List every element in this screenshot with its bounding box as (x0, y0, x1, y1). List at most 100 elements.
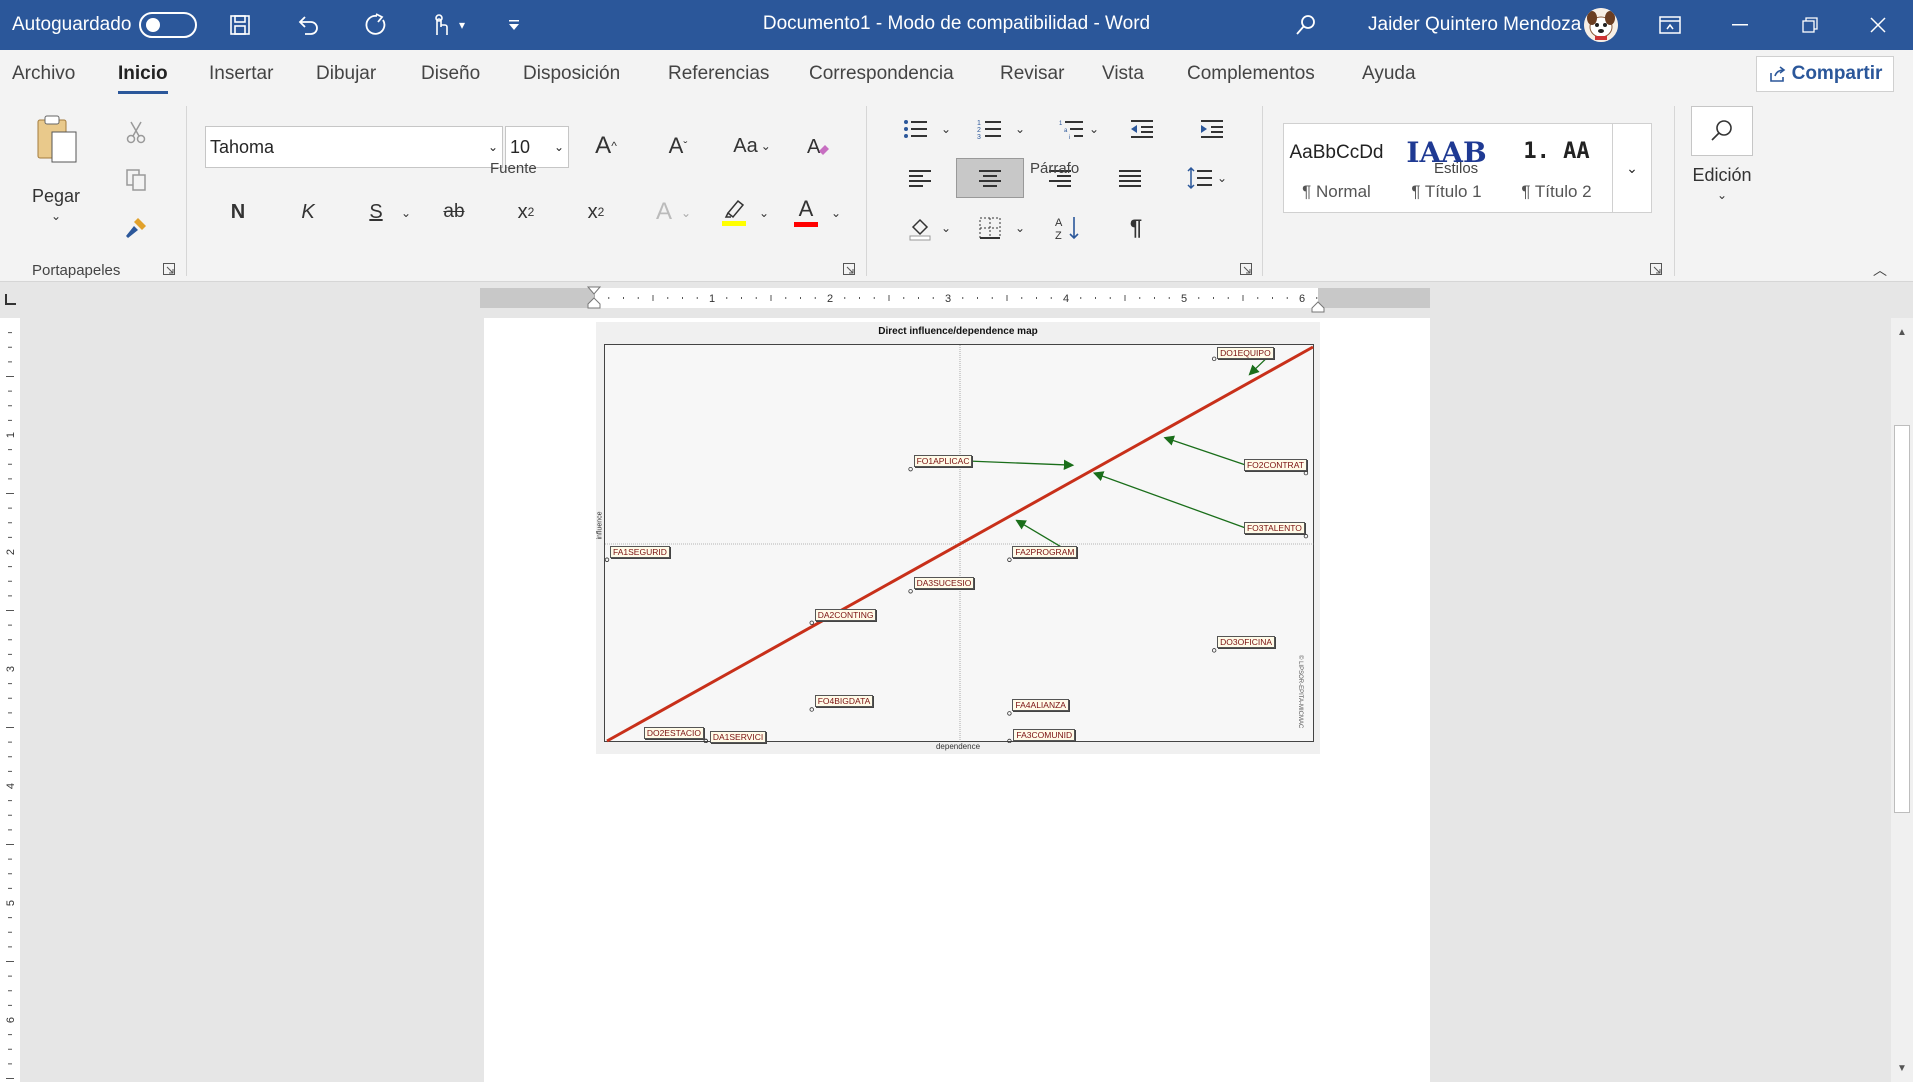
search-icon[interactable] (1290, 10, 1322, 40)
underline-dropdown-icon[interactable]: ⌄ (396, 198, 416, 228)
undo-icon[interactable] (292, 10, 324, 40)
highlight-icon[interactable] (716, 194, 752, 230)
bullets-dropdown-icon[interactable]: ⌄ (936, 116, 956, 142)
justify-icon[interactable] (1112, 160, 1148, 196)
clear-formatting-icon[interactable]: A (800, 128, 836, 164)
style-normal[interactable]: AaBbCcDd ¶ Normal (1284, 124, 1389, 212)
customize-toolbar-icon[interactable] (500, 10, 528, 40)
paragraph-launcher-icon[interactable] (1240, 262, 1252, 275)
vertical-scrollbar[interactable]: ▲ ▼ (1891, 318, 1913, 1082)
tab-selector-icon[interactable] (2, 292, 18, 308)
change-case-button[interactable]: Aa ⌄ (728, 128, 776, 164)
font-color-button[interactable]: A (788, 194, 824, 230)
editing-label[interactable]: Edición (1680, 162, 1764, 188)
shrink-font-button[interactable]: Aˇ (660, 128, 696, 164)
font-launcher-icon[interactable] (843, 262, 855, 275)
horizontal-ruler[interactable]: 1234567 (480, 288, 1430, 308)
sort-icon[interactable]: AZ (1050, 210, 1086, 246)
font-size-value: 10 (510, 136, 531, 157)
ribbon-display-icon[interactable] (1640, 0, 1700, 50)
text-effects-dropdown-icon[interactable]: ⌄ (678, 198, 694, 228)
highlight-dropdown-icon[interactable]: ⌄ (754, 198, 774, 228)
share-icon (1769, 66, 1785, 82)
share-button[interactable]: Compartir (1756, 56, 1894, 92)
tab-correspondencia[interactable]: Correspondencia (809, 50, 954, 100)
scroll-up-icon[interactable]: ▲ (1891, 322, 1913, 342)
tab-dibujar[interactable]: Dibujar (316, 50, 376, 100)
subscript-icon[interactable]: x2 (508, 194, 544, 230)
tab-vista[interactable]: Vista (1102, 50, 1144, 100)
indent-marker-icon[interactable] (586, 286, 602, 314)
editing-dropdown-icon[interactable]: ⌄ (1710, 186, 1734, 204)
show-marks-button[interactable]: ¶ (1118, 210, 1154, 246)
minimize-icon[interactable] (1710, 0, 1770, 50)
variable-label: FA4ALIANZA (1012, 699, 1069, 712)
paste-icon[interactable] (30, 112, 82, 168)
paste-label[interactable]: Pegar (18, 184, 94, 208)
superscript-icon[interactable]: x2 (578, 194, 614, 230)
scroll-down-icon[interactable]: ▼ (1891, 1058, 1913, 1078)
shift-arrow (970, 459, 1075, 471)
save-icon[interactable] (224, 10, 256, 40)
tab-complementos[interactable]: Complementos (1187, 50, 1315, 100)
tab-revisar[interactable]: Revisar (1000, 50, 1064, 100)
restore-icon[interactable] (1780, 0, 1840, 50)
svg-text:3: 3 (977, 134, 981, 140)
clipboard-launcher-icon[interactable] (163, 262, 175, 275)
collapse-ribbon-icon[interactable]: ︿ (1870, 262, 1890, 278)
style-heading-2[interactable]: 1. AA ¶ Título 2 (1504, 124, 1609, 212)
numbering-icon[interactable]: 123 (972, 112, 1008, 146)
borders-dropdown-icon[interactable]: ⌄ (1010, 214, 1030, 242)
chart-image[interactable]: Direct influence/dependence map DO1EQUIP… (596, 322, 1320, 754)
copy-icon[interactable] (122, 166, 150, 194)
tab-insertar[interactable]: Insertar (209, 50, 273, 100)
borders-icon[interactable] (972, 210, 1008, 246)
share-label: Compartir (1791, 63, 1883, 84)
numbering-dropdown-icon[interactable]: ⌄ (1010, 116, 1030, 142)
avatar[interactable] (1584, 8, 1618, 42)
change-case-label: Aa (733, 134, 758, 157)
font-color-dropdown-icon[interactable]: ⌄ (826, 198, 846, 228)
cut-icon[interactable] (122, 118, 150, 146)
grow-font-button[interactable]: A ^ (588, 128, 624, 164)
italic-button[interactable]: K (292, 194, 324, 230)
bold-button[interactable]: N (222, 194, 254, 230)
line-spacing-dropdown-icon[interactable]: ⌄ (1212, 164, 1232, 192)
vertical-ruler[interactable]: 1 2 3 4 5 6 (0, 318, 20, 1082)
styles-group-label: Estilos (1434, 160, 1479, 177)
format-painter-icon[interactable] (122, 214, 150, 242)
tab-diseno[interactable]: Diseño (421, 50, 480, 100)
multilevel-dropdown-icon[interactable]: ⌄ (1084, 116, 1104, 142)
redo-icon[interactable] (360, 10, 392, 40)
editing-search-icon[interactable] (1691, 106, 1753, 156)
ribbon-tabs: Archivo Inicio Insertar Dibujar Diseño D… (0, 50, 1913, 100)
scrollbar-thumb[interactable] (1894, 425, 1910, 813)
touch-mode-dropdown-icon[interactable]: ▾ (452, 10, 472, 40)
align-left-icon[interactable] (902, 160, 938, 196)
tab-disposicion[interactable]: Disposición (523, 50, 620, 100)
tab-referencias[interactable]: Referencias (668, 50, 769, 100)
strikethrough-button[interactable]: ab (436, 194, 472, 230)
decrease-indent-icon[interactable] (1124, 112, 1160, 146)
shading-dropdown-icon[interactable]: ⌄ (936, 214, 956, 242)
font-family-select[interactable]: Tahoma ⌄ (205, 126, 503, 168)
svg-text:a: a (1064, 128, 1068, 134)
right-indent-marker-icon[interactable] (1311, 300, 1325, 313)
paste-dropdown-icon[interactable]: ⌄ (44, 208, 68, 224)
tab-ayuda[interactable]: Ayuda (1362, 50, 1416, 100)
tab-inicio[interactable]: Inicio (118, 50, 168, 100)
autosave-toggle[interactable] (139, 12, 197, 38)
text-effects-button[interactable]: A (646, 194, 682, 230)
increase-indent-icon[interactable] (1194, 112, 1230, 146)
tab-archivo[interactable]: Archivo (12, 50, 75, 100)
styles-more-button[interactable]: ⌄ (1612, 123, 1652, 213)
styles-launcher-icon[interactable] (1650, 262, 1662, 275)
bullets-icon[interactable] (898, 112, 934, 146)
underline-button[interactable]: S (360, 194, 392, 230)
shading-icon[interactable] (902, 210, 938, 246)
user-name[interactable]: Jaider Quintero Mendoza (1368, 0, 1581, 50)
variable-label: FO2CONTRAT (1243, 459, 1307, 472)
align-center-button[interactable] (956, 158, 1024, 198)
close-icon[interactable] (1848, 0, 1908, 50)
vertical-ruler-number: 5 (5, 900, 17, 906)
